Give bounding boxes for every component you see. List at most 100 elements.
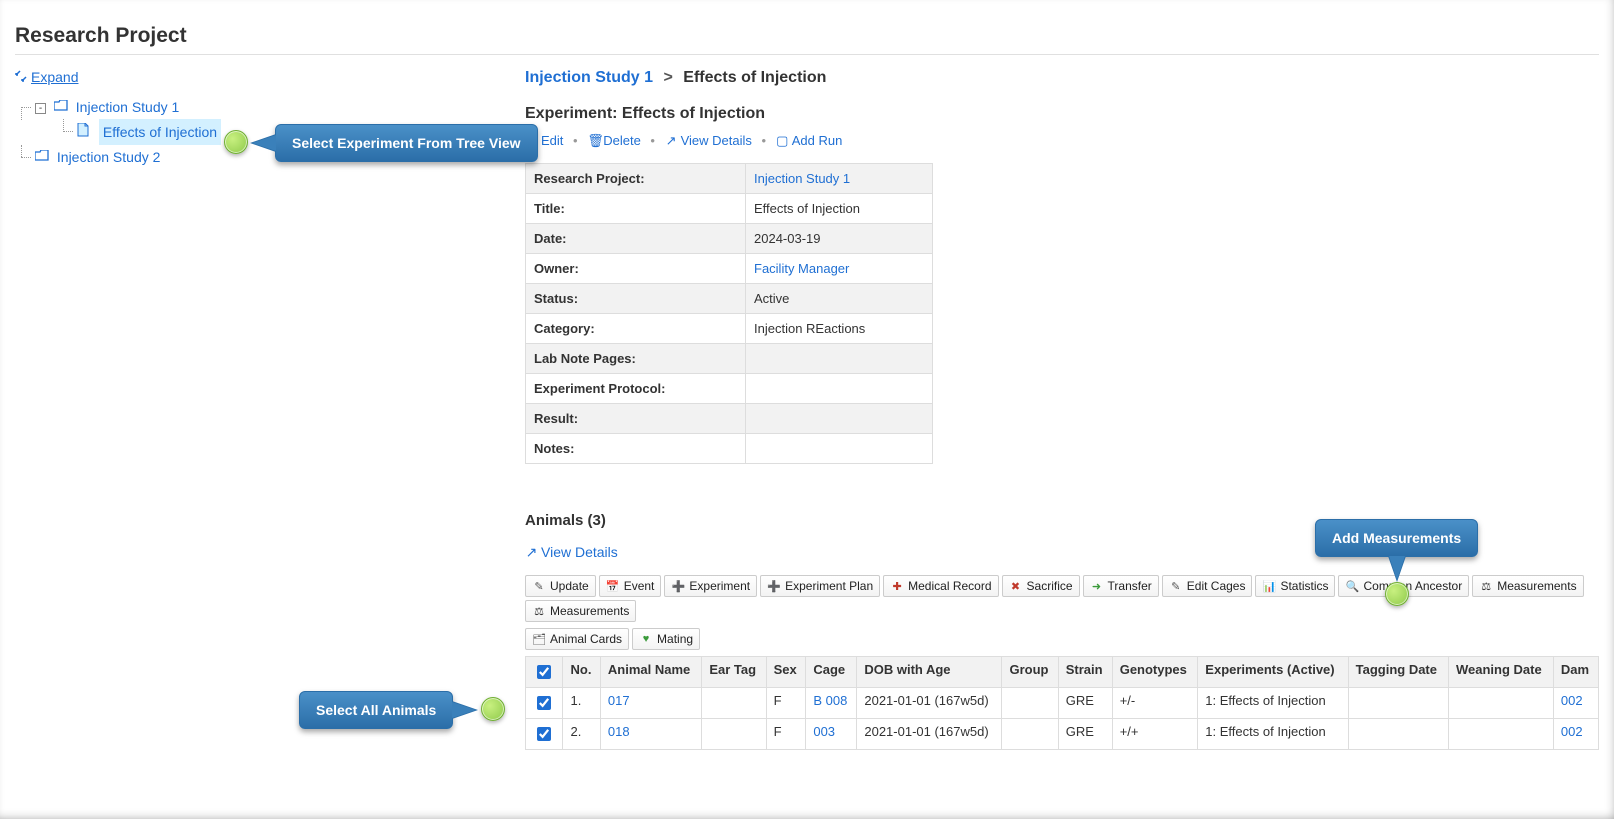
breadcrumb-parent[interactable]: Injection Study 1 — [525, 69, 653, 86]
meta-label: Title: — [526, 194, 746, 224]
cell-group — [1002, 688, 1058, 719]
cell-dob: 2021-01-01 (167w5d) — [857, 719, 1002, 750]
main-panel: Injection Study 1 > Effects of Injection… — [525, 69, 1599, 750]
callout-target-tree — [224, 130, 248, 154]
callout-measurements: Add Measurements — [1315, 519, 1478, 557]
trash-icon: 🗑 — [587, 133, 600, 149]
cell-wean — [1449, 688, 1554, 719]
col-animal-name[interactable]: Animal Name — [600, 657, 701, 688]
cell-sex: F — [766, 719, 806, 750]
breadcrumb-sep: > — [663, 69, 672, 86]
meta-value — [746, 404, 933, 434]
cell-geno: +/+ — [1112, 719, 1198, 750]
tree-item-study2[interactable]: Injection Study 2 — [57, 149, 161, 165]
callout-target-selectall — [481, 697, 505, 721]
toolbar-mating[interactable]: ♥Mating — [632, 628, 700, 650]
experiment-plan-icon: ➕ — [767, 579, 781, 593]
cell-dam[interactable]: 002 — [1553, 688, 1598, 719]
toolbar-event[interactable]: 📅Event — [599, 575, 662, 597]
add-run-link[interactable]: ▢Add Run — [776, 133, 843, 148]
tree-toggle[interactable]: - — [35, 103, 46, 114]
meta-value[interactable]: Facility Manager — [746, 254, 933, 284]
table-row: 1.017FB 0082021-01-01 (167w5d)GRE+/-1: E… — [526, 688, 1599, 719]
cell-cage[interactable]: B 008 — [806, 688, 857, 719]
row-checkbox[interactable] — [537, 696, 551, 710]
col-no-[interactable]: No. — [563, 657, 600, 688]
col-dob-with-age[interactable]: DOB with Age — [857, 657, 1002, 688]
toolbar-update[interactable]: ✎Update — [525, 575, 596, 597]
cell-geno: +/- — [1112, 688, 1198, 719]
tree-item-study1[interactable]: Injection Study 1 — [76, 99, 180, 115]
external-icon: ↗ — [525, 544, 538, 561]
toolbar-measurements[interactable]: ⚖Measurements — [525, 600, 636, 622]
toolbar-experiment[interactable]: ➕Experiment — [664, 575, 757, 597]
cell-cage[interactable]: 003 — [806, 719, 857, 750]
col-checkbox[interactable] — [526, 657, 563, 688]
cell-dob: 2021-01-01 (167w5d) — [857, 688, 1002, 719]
tree-item-effects[interactable]: Effects of Injection — [99, 119, 221, 145]
col-ear-tag[interactable]: Ear Tag — [702, 657, 766, 688]
meta-value: Injection REactions — [746, 314, 933, 344]
meta-label: Research Project: — [526, 164, 746, 194]
cell-strain: GRE — [1058, 719, 1112, 750]
meta-label: Status: — [526, 284, 746, 314]
measurements-icon: ⚖ — [532, 604, 546, 618]
col-weaning-date[interactable]: Weaning Date — [1449, 657, 1554, 688]
col-genotypes[interactable]: Genotypes — [1112, 657, 1198, 688]
cell-group — [1002, 719, 1058, 750]
toolbar-measurements[interactable]: ⚖Measurements — [1472, 575, 1583, 597]
cell-ear — [702, 688, 766, 719]
col-experiments-active-[interactable]: Experiments (Active) — [1198, 657, 1348, 688]
col-group[interactable]: Group — [1002, 657, 1058, 688]
cell-wean — [1449, 719, 1554, 750]
external-icon: ↗ — [665, 133, 678, 149]
animals-view-details[interactable]: ↗View Details — [525, 544, 618, 560]
cell-no: 2. — [563, 719, 600, 750]
toolbar-animal-cards[interactable]: 🗂Animal Cards — [525, 628, 629, 650]
row-checkbox[interactable] — [537, 727, 551, 741]
cell-tag — [1348, 688, 1448, 719]
toolbar-experiment-plan[interactable]: ➕Experiment Plan — [760, 575, 880, 597]
cell-dam[interactable]: 002 — [1553, 719, 1598, 750]
meta-label: Category: — [526, 314, 746, 344]
meta-value[interactable]: Injection Study 1 — [746, 164, 933, 194]
meta-value — [746, 344, 933, 374]
col-tagging-date[interactable]: Tagging Date — [1348, 657, 1448, 688]
cell-exp: 1: Effects of Injection — [1198, 688, 1348, 719]
meta-label: Date: — [526, 224, 746, 254]
cell-animal-name[interactable]: 017 — [600, 688, 701, 719]
experiment-heading: Experiment: Effects of Injection — [525, 105, 1599, 123]
col-dam[interactable]: Dam — [1553, 657, 1598, 688]
expand-link[interactable]: Expand — [15, 69, 78, 85]
delete-link[interactable]: 🗑Delete — [587, 133, 641, 148]
experiment-actions: ✎Edit • 🗑Delete • ↗View Details • ▢Add R… — [525, 133, 1599, 149]
cell-checkbox[interactable] — [526, 719, 563, 750]
col-strain[interactable]: Strain — [1058, 657, 1112, 688]
meta-label: Notes: — [526, 434, 746, 464]
select-all-checkbox[interactable] — [537, 665, 551, 679]
cell-checkbox[interactable] — [526, 688, 563, 719]
toolbar-statistics[interactable]: 📊Statistics — [1255, 575, 1335, 597]
transfer-icon: ➜ — [1090, 579, 1104, 593]
toolbar-sacrifice[interactable]: ✖Sacrifice — [1002, 575, 1080, 597]
callout-tree: Select Experiment From Tree View — [275, 124, 538, 162]
breadcrumb-current: Effects of Injection — [683, 69, 826, 86]
toolbar-medical-record[interactable]: ✚Medical Record — [883, 575, 998, 597]
folder-icon — [54, 95, 68, 119]
col-cage[interactable]: Cage — [806, 657, 857, 688]
toolbar-edit-cages[interactable]: ✎Edit Cages — [1162, 575, 1253, 597]
col-sex[interactable]: Sex — [766, 657, 806, 688]
cell-ear — [702, 719, 766, 750]
cell-tag — [1348, 719, 1448, 750]
divider — [15, 54, 1599, 55]
cell-animal-name[interactable]: 018 — [600, 719, 701, 750]
meta-label: Lab Note Pages: — [526, 344, 746, 374]
toolbar-transfer[interactable]: ➜Transfer — [1083, 575, 1159, 597]
view-details-link[interactable]: ↗View Details — [665, 133, 752, 148]
add-icon: ▢ — [776, 133, 789, 149]
sidebar: Expand - Injection Study 1 Effects — [15, 69, 525, 750]
measurements-icon: ⚖ — [1479, 579, 1493, 593]
expand-label: Expand — [31, 69, 78, 85]
meta-label: Owner: — [526, 254, 746, 284]
edit-cages-icon: ✎ — [1169, 579, 1183, 593]
